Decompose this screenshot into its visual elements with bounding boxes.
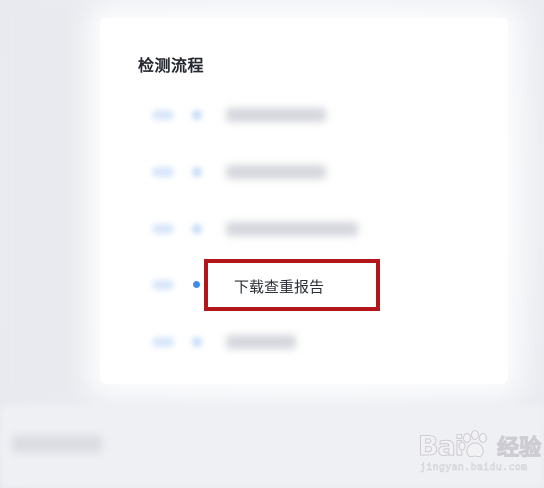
step-label-blurred xyxy=(226,222,358,236)
step-item-1[interactable] xyxy=(140,100,470,134)
step-connector-icon xyxy=(152,224,174,234)
step-label-blurred xyxy=(226,335,296,349)
highlight-box[interactable]: 下载查重报告 xyxy=(204,259,380,311)
paw-icon xyxy=(458,430,487,458)
step-connector-icon xyxy=(152,110,174,120)
step-connector-icon xyxy=(152,280,174,290)
step-label-blurred xyxy=(226,165,326,179)
step-dot-icon xyxy=(192,167,202,177)
step-dot-icon xyxy=(192,110,202,120)
page-background: 检测流程 下载查重报告 Bai 经验 jingyan.baidu.com xyxy=(0,0,544,488)
step-connector-icon xyxy=(152,167,174,177)
step-connector-icon xyxy=(152,337,174,347)
download-report-label[interactable]: 下载查重报告 xyxy=(234,276,324,297)
step-dot-icon xyxy=(192,224,202,234)
active-step-dot-icon xyxy=(193,281,200,288)
card-title: 检测流程 xyxy=(138,56,205,75)
step-item-5[interactable] xyxy=(140,327,470,361)
watermark-url: jingyan.baidu.com xyxy=(420,462,528,474)
watermark-brand-cn: 经验 xyxy=(497,436,542,462)
ghost-element xyxy=(12,435,102,453)
detection-process-card: 检测流程 xyxy=(100,18,508,384)
baidu-jingyan-watermark: Bai 经验 jingyan.baidu.com xyxy=(417,428,542,480)
step-label-blurred xyxy=(226,108,326,122)
step-dot-icon xyxy=(192,337,202,347)
step-item-3[interactable] xyxy=(140,214,470,248)
watermark-brand-latin: Bai xyxy=(417,431,464,463)
step-item-2[interactable] xyxy=(140,157,470,191)
left-panel-blurred xyxy=(0,0,96,400)
